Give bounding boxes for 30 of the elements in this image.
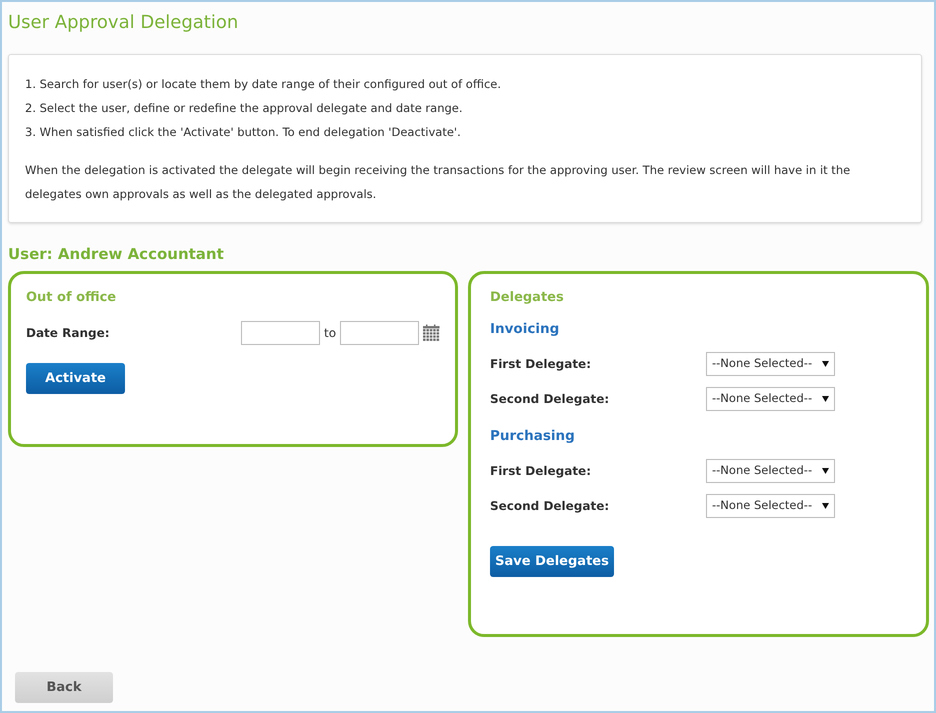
delegation-note: When the delegation is activated the delegate will begin receiving the transactions for the approving user. The review screen will have in it the delegates own approvals as well as the delegated approvals.	[25, 162, 852, 203]
section-title: Purchasing	[490, 427, 576, 446]
panel-title: Out of office	[26, 289, 118, 307]
panel-title: Delegates	[490, 289, 565, 307]
dropdown-arrow-icon	[822, 396, 829, 402]
calendar-icon[interactable]	[422, 324, 440, 342]
delegate-label: First Delegate:	[490, 463, 592, 480]
instruction-step: 1. Search for user(s) or locate them by date range of their configured out of office.	[25, 72, 905, 96]
end-date-field[interactable]	[340, 321, 420, 345]
back-button[interactable]: Back	[15, 672, 113, 703]
save-delegates-button[interactable]: Save Delegates	[490, 546, 614, 577]
dropdown-arrow-icon	[822, 503, 829, 509]
delegate-dropdown[interactable]: --None Selected--	[706, 459, 835, 483]
dropdown-arrow-icon	[822, 468, 829, 474]
dropdown-arrow-icon	[822, 361, 829, 367]
delegate-label: First Delegate:	[490, 356, 592, 373]
activate-button[interactable]: Activate	[26, 363, 125, 394]
section-title: Invoicing	[490, 320, 560, 339]
user-heading: User: Andrew Accountant	[8, 244, 225, 265]
delegate-dropdown[interactable]: --None Selected--	[706, 494, 835, 518]
instruction-step: 2. Select the user, define or redefine the approval delegate and date range.	[25, 96, 905, 120]
instruction-step: 3. When satisfied click the 'Activate' button. To end delegation 'Deactivate'.	[25, 120, 905, 144]
date-range-label: Date Range:	[26, 325, 111, 342]
delegate-label: Second Delegate:	[490, 498, 610, 515]
delegate-dropdown[interactable]: --None Selected--	[706, 387, 835, 411]
delegate-label: Second Delegate:	[490, 391, 610, 408]
delegate-dropdown[interactable]: --None Selected--	[706, 352, 835, 376]
start-date-field[interactable]	[241, 321, 320, 345]
page-title: User Approval Delegation	[8, 11, 240, 35]
to-label: to	[324, 325, 336, 342]
